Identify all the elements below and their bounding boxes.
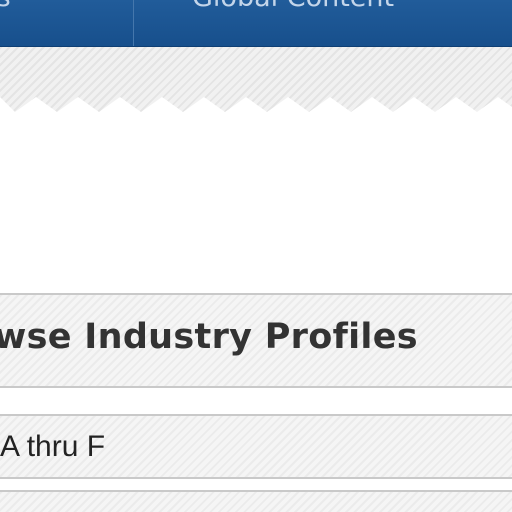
list-item[interactable] <box>0 490 512 512</box>
list-item-a-thru-f[interactable]: A thru F <box>0 414 512 479</box>
top-navigation-bar: es Global Content <box>0 0 512 47</box>
nav-divider <box>133 0 134 47</box>
section-header: wse Industry Profiles <box>0 293 512 388</box>
page: es Global Content wse Industry Profiles … <box>0 0 512 512</box>
section-title: wse Industry Profiles <box>0 317 418 357</box>
zigzag-divider <box>0 97 512 135</box>
nav-item-global-content[interactable]: Global Content <box>192 0 394 22</box>
list-item-label: A thru F <box>0 430 106 463</box>
nav-item-partial[interactable]: es <box>0 0 11 22</box>
